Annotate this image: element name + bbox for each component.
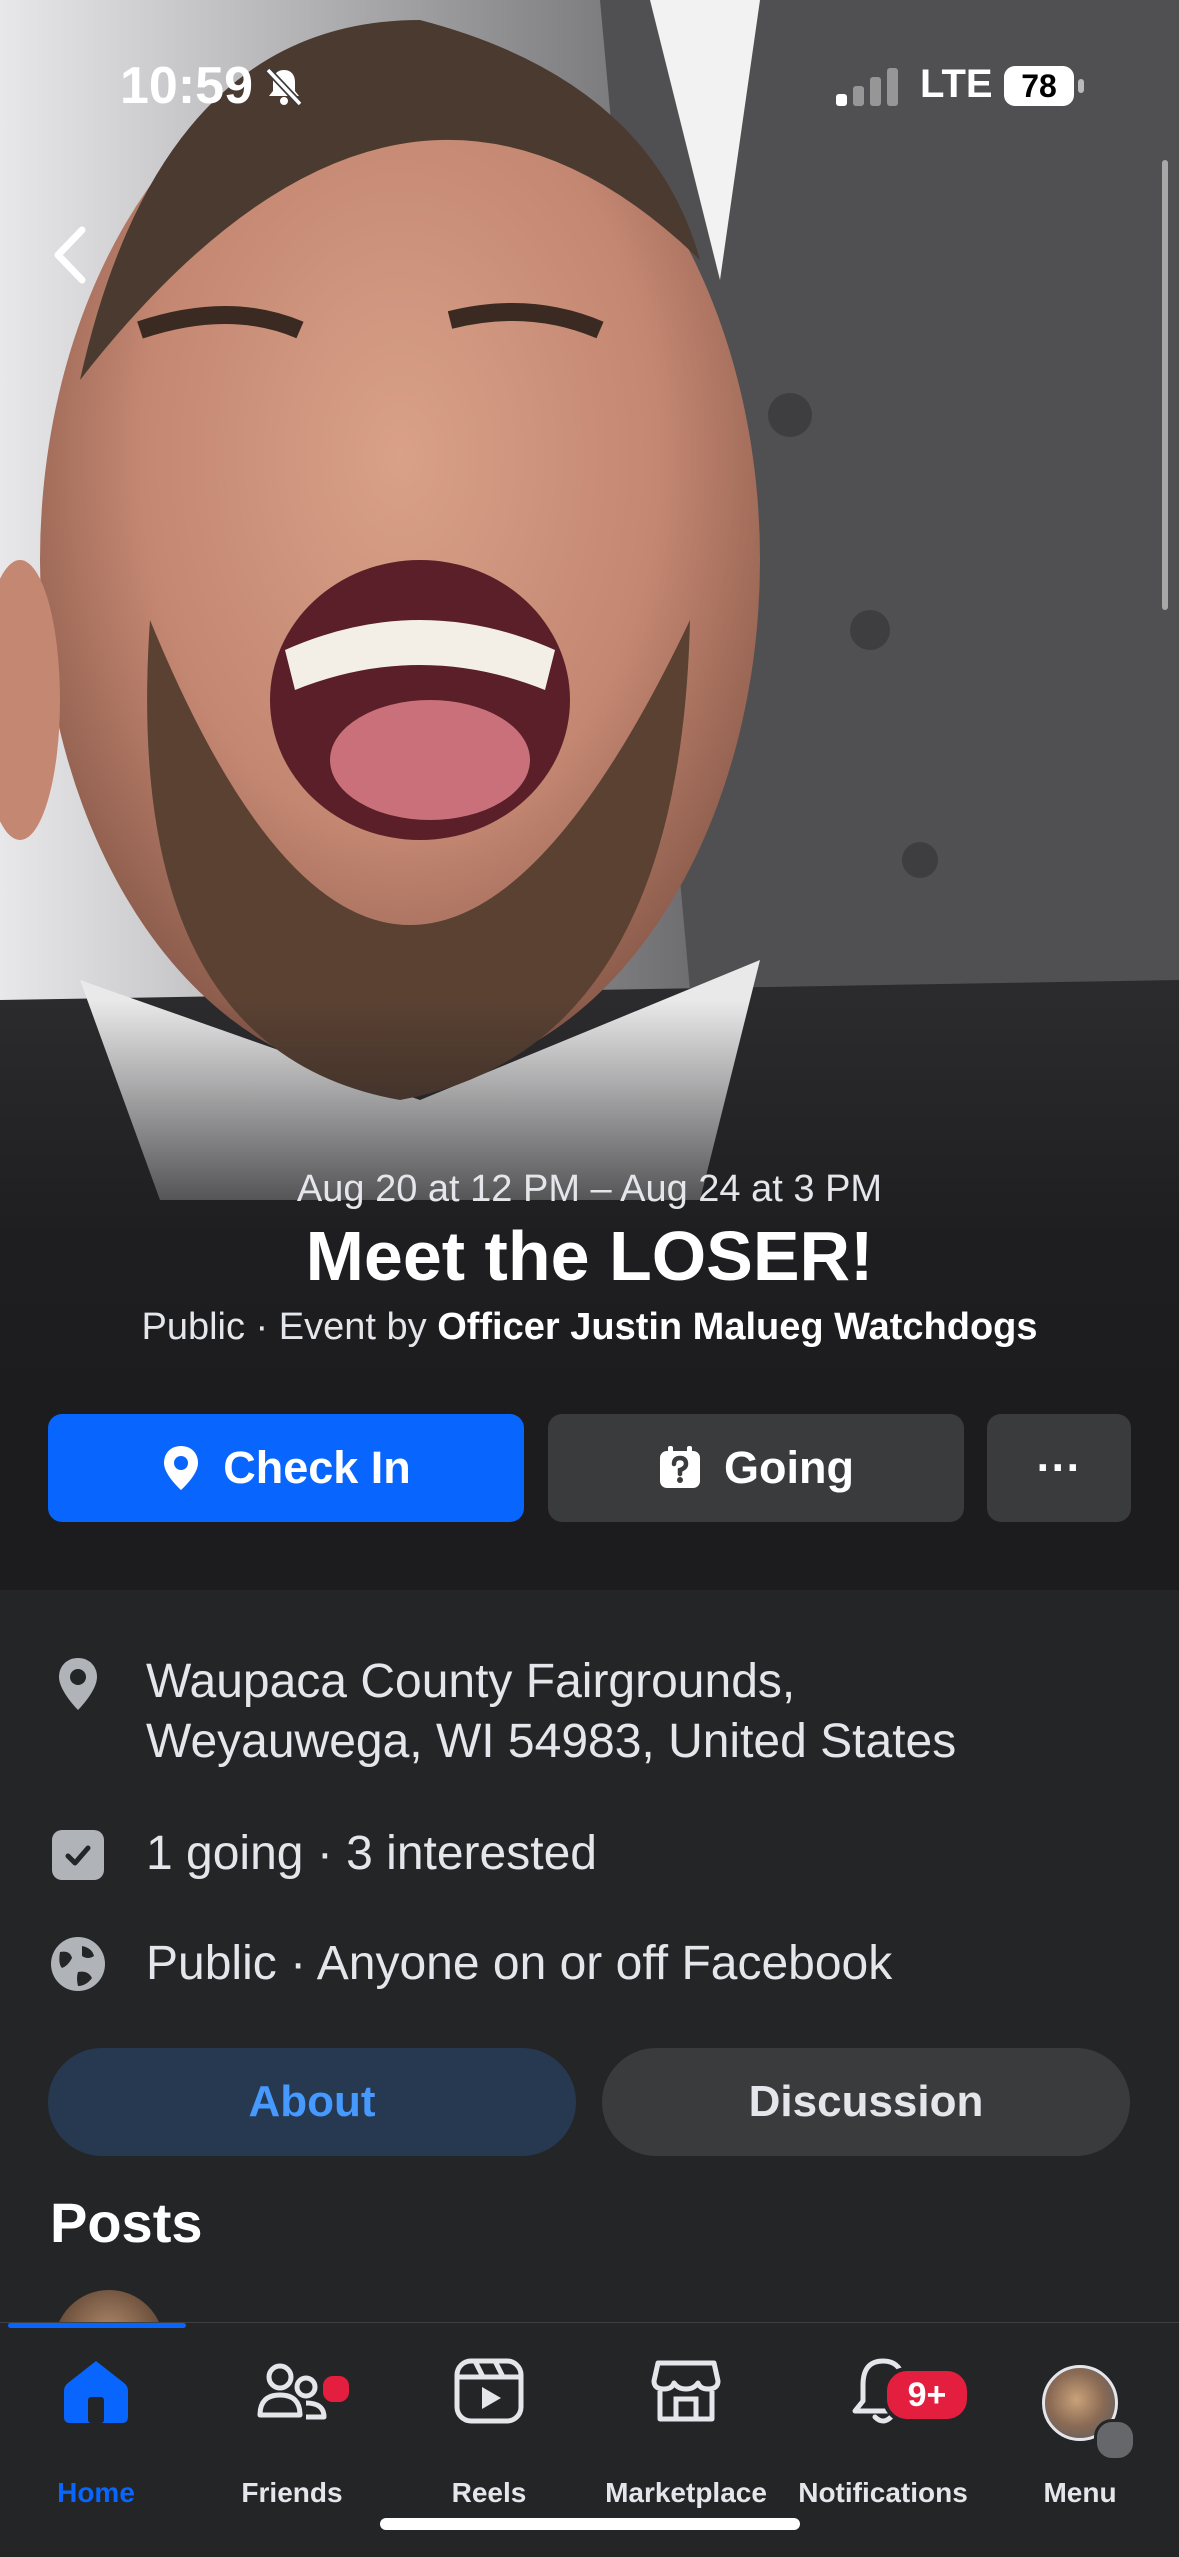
friends-notification-dot <box>320 2373 352 2405</box>
location-pin-icon <box>59 1658 97 1710</box>
nav-home-label: Home <box>57 2477 135 2508</box>
marketplace-icon <box>651 2360 721 2422</box>
location-line-2: Weyauwega, WI 54983, United States <box>146 1715 957 1768</box>
battery-cap <box>1078 79 1084 93</box>
menu-icon <box>1094 2419 1136 2461</box>
nav-menu-label: Menu <box>1043 2477 1117 2508</box>
event-meta: Public · Event by Officer Justin Malueg … <box>0 1306 1179 1349</box>
calendar-check-icon <box>52 1830 104 1880</box>
check-in-label: Check In <box>223 1442 411 1493</box>
ellipsis-icon: ··· <box>1036 1442 1082 1493</box>
nav-reels[interactable]: Reels <box>391 2353 587 2508</box>
nav-home[interactable]: Home <box>0 2353 194 2508</box>
more-options-button[interactable]: ··· <box>987 1414 1131 1522</box>
nav-reels-label: Reels <box>451 2477 527 2508</box>
check-in-button[interactable]: Check In <box>48 1414 524 1522</box>
attendance-count[interactable]: 1 going · 3 interested <box>146 1824 597 1884</box>
tab-about[interactable]: About <box>48 2048 576 2156</box>
bell-slash-icon <box>265 67 303 107</box>
going-label: Going <box>724 1442 854 1493</box>
home-icon <box>64 2361 128 2423</box>
calendar-question-icon <box>660 1446 701 1488</box>
nav-friends-label: Friends <box>241 2477 343 2508</box>
battery-icon: 78 <box>1004 66 1074 106</box>
location-pin-icon <box>164 1446 199 1490</box>
location-line-1: Waupaca County Fairgrounds, <box>146 1655 796 1708</box>
going-button[interactable]: Going <box>548 1414 964 1522</box>
event-host-link[interactable]: Officer Justin Malueg Watchdogs <box>437 1306 1037 1348</box>
nav-notifications[interactable]: 9+ Notifications <box>785 2353 981 2508</box>
carrier-label: LTE <box>920 62 993 106</box>
event-cover-photo[interactable]: 10:59 LTE 78 Aug 20 at 12 PM – Aug 24 at… <box>0 0 1179 1590</box>
event-host-prefix: · Event by <box>244 1306 438 1348</box>
event-privacy: Public <box>141 1306 245 1348</box>
scroll-indicator <box>1162 160 1168 610</box>
reels-icon <box>454 2358 524 2424</box>
status-time: 10:59 <box>120 57 253 115</box>
location-text[interactable]: Waupaca County Fairgrounds, Weyauwega, W… <box>146 1652 956 1772</box>
nav-notifications-label: Notifications <box>798 2477 968 2508</box>
nav-friends[interactable]: Friends <box>194 2353 390 2508</box>
notifications-badge: 9+ <box>883 2367 971 2423</box>
nav-marketplace-label: Marketplace <box>605 2477 767 2508</box>
event-title: Meet the LOSER! <box>305 1217 874 1295</box>
home-indicator[interactable] <box>380 2518 800 2530</box>
nav-marketplace[interactable]: Marketplace <box>588 2353 784 2508</box>
tab-discussion[interactable]: Discussion <box>602 2048 1130 2156</box>
cellular-signal-icon <box>836 68 898 106</box>
posts-heading: Posts <box>50 2191 203 2254</box>
visibility-text: Public · Anyone on or off Facebook <box>146 1937 893 1990</box>
status-bar: 10:59 LTE 78 <box>0 0 1179 150</box>
active-tab-indicator <box>8 2323 186 2328</box>
chevron-left-icon[interactable] <box>40 210 100 300</box>
globe-icon <box>51 1937 105 1991</box>
nav-menu[interactable]: Menu <box>982 2353 1178 2508</box>
event-date-range: Aug 20 at 12 PM – Aug 24 at 3 PM <box>296 1168 883 1210</box>
friends-icon <box>257 2363 327 2420</box>
